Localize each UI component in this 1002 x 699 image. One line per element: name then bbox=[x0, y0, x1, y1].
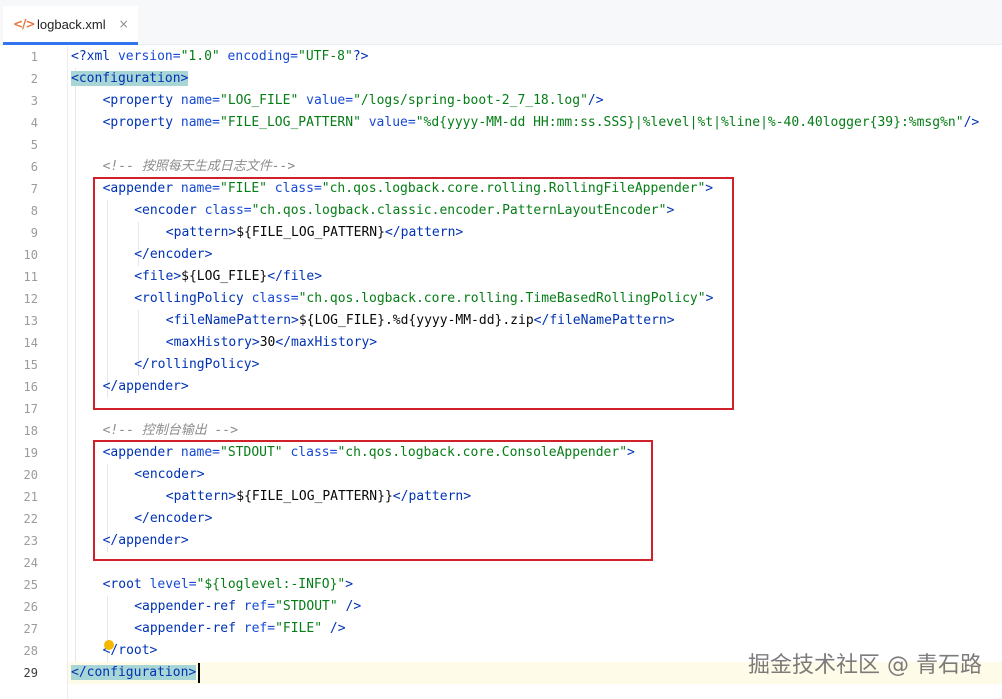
code-token: "1.0" bbox=[180, 49, 220, 64]
code-token: /> bbox=[963, 115, 980, 130]
code-token: <? bbox=[71, 49, 87, 64]
code-token: "UTF-8" bbox=[298, 49, 353, 64]
line-number: 16 bbox=[23, 380, 38, 394]
line-number: 27 bbox=[23, 622, 38, 636]
tab-logback-xml[interactable]: </> logback.xml × bbox=[3, 6, 138, 45]
code-line: <configuration> bbox=[71, 68, 189, 90]
line-number: 29 bbox=[23, 666, 38, 680]
line-number: 18 bbox=[23, 424, 38, 438]
code-file-icon: </> bbox=[13, 17, 36, 31]
code-line: <appender-ref ref="STDOUT" /> bbox=[134, 596, 361, 618]
code-token: ref= bbox=[243, 599, 276, 614]
line-number: 2 bbox=[30, 72, 38, 86]
line-number: 1 bbox=[30, 50, 38, 64]
code-token: <appender-ref bbox=[134, 621, 244, 636]
code-line: <property name="FILE_LOG_PATTERN" value=… bbox=[103, 112, 980, 134]
code-token: "FILE_LOG_PATTERN" bbox=[220, 115, 361, 130]
line-number: 24 bbox=[23, 556, 38, 570]
editor-tab-bar: </> logback.xml × bbox=[0, 0, 1002, 45]
code-token: ref= bbox=[243, 621, 276, 636]
text-caret bbox=[198, 663, 200, 683]
file-appender-highlight-box bbox=[93, 177, 734, 410]
code-token: <!-- 控制台输出 --> bbox=[102, 423, 239, 438]
code-token: value= bbox=[360, 115, 416, 130]
line-number: 6 bbox=[30, 160, 38, 174]
code-token: "${loglevel:-INFO}" bbox=[196, 577, 346, 592]
watermark: 掘金技术社区 @ 青石路 bbox=[748, 653, 982, 678]
code-token: <appender-ref bbox=[134, 599, 244, 614]
line-number: 13 bbox=[23, 314, 38, 328]
code-token: "/logs/spring-boot-2_7_18.log" bbox=[353, 93, 588, 108]
code-token: name= bbox=[180, 93, 221, 108]
line-number: 28 bbox=[23, 644, 38, 658]
code-token: version= bbox=[117, 49, 181, 64]
line-number: 23 bbox=[23, 534, 38, 548]
line-number: 25 bbox=[23, 578, 38, 592]
line-number: 19 bbox=[23, 446, 38, 460]
stdout-appender-highlight-box bbox=[93, 440, 653, 561]
close-icon[interactable]: × bbox=[119, 17, 129, 31]
indent-guide bbox=[75, 68, 76, 662]
code-token: <!-- 按照每天生成日志文件--> bbox=[102, 159, 296, 174]
code-token: <root bbox=[102, 577, 150, 592]
tab-label: logback.xml bbox=[37, 16, 106, 32]
code-token: /> bbox=[587, 93, 604, 108]
line-number: 7 bbox=[30, 182, 38, 196]
code-line: <property name="LOG_FILE" value="/logs/s… bbox=[103, 90, 604, 112]
line-number-gutter[interactable]: 1 2 3 4 5 6 7 8 9 10 11 12 13 14 15 16 17 18 19 20 21 22 23 24 2… bbox=[0, 46, 68, 699]
line-number: 12 bbox=[23, 292, 38, 306]
line-number: 11 bbox=[23, 270, 38, 284]
code-token: encoding= bbox=[219, 49, 299, 64]
line-number: 3 bbox=[30, 94, 38, 108]
code-token: "STDOUT" bbox=[275, 599, 338, 614]
code-line: <!-- 按照每天生成日志文件--> bbox=[103, 156, 296, 178]
line-number: 5 bbox=[30, 138, 38, 152]
code-token: <property bbox=[102, 115, 181, 130]
code-line: </configuration> bbox=[71, 662, 197, 684]
code-token: value= bbox=[298, 93, 354, 108]
code-editor[interactable]: 1 2 3 4 5 6 7 8 9 10 11 12 13 14 15 16 17 18 19 20 21 22 23 24 2… bbox=[0, 46, 1002, 699]
line-number: 4 bbox=[30, 116, 38, 130]
code-token: name= bbox=[180, 115, 221, 130]
line-number: 17 bbox=[23, 402, 38, 416]
code-token: level= bbox=[149, 577, 197, 592]
line-number: 9 bbox=[30, 226, 38, 240]
code-line: <root level="${loglevel:-INFO}"> bbox=[103, 574, 353, 596]
code-token: "FILE" bbox=[275, 621, 323, 636]
code-token: /> bbox=[337, 599, 362, 614]
code-line: <appender-ref ref="FILE" /> bbox=[134, 618, 345, 640]
line-number: 22 bbox=[23, 512, 38, 526]
line-number: 15 bbox=[23, 358, 38, 372]
line-number: 26 bbox=[23, 600, 38, 614]
code-line: <!-- 控制台输出 --> bbox=[103, 420, 238, 442]
code-token: ?> bbox=[352, 49, 369, 64]
line-number: 8 bbox=[30, 204, 38, 218]
code-line: <?xml version="1.0" encoding="UTF-8"?> bbox=[71, 46, 368, 68]
code-token: > bbox=[345, 577, 354, 592]
code-token: "%d{yyyy-MM-dd HH:mm:ss.SSS}|%level|%t|%… bbox=[415, 115, 964, 130]
line-number: 20 bbox=[23, 468, 38, 482]
lightbulb-icon[interactable] bbox=[104, 640, 114, 650]
code-token: /> bbox=[322, 621, 346, 636]
code-token: </configuration> bbox=[71, 665, 197, 680]
code-token: "LOG_FILE" bbox=[220, 93, 299, 108]
code-token: xml bbox=[86, 49, 118, 64]
code-token: <property bbox=[102, 93, 181, 108]
code-token: <configuration> bbox=[71, 71, 189, 86]
line-number: 10 bbox=[23, 248, 38, 262]
line-number: 14 bbox=[23, 336, 38, 350]
line-number: 21 bbox=[23, 490, 38, 504]
